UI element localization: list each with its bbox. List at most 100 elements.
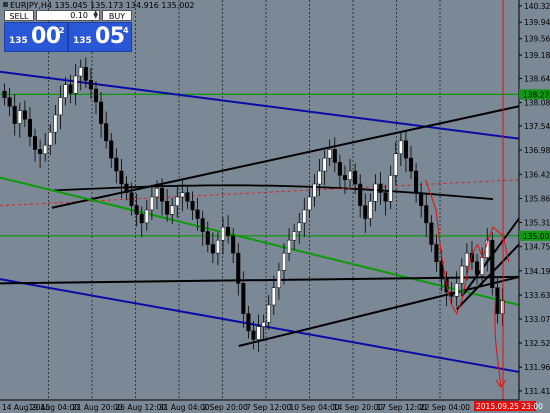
candle-body — [22, 110, 27, 120]
price-tick-label: 131.960 — [524, 363, 550, 372]
ask-price-prefix: 135 — [73, 36, 92, 46]
time-tick-label: 2 Sep 20:00 — [203, 403, 249, 412]
candle-body — [500, 300, 505, 314]
current-time-tag: 2015.09.25 23:00 — [474, 401, 543, 411]
candle-body — [363, 205, 368, 219]
one-click-trading-panel[interactable]: SELL 0.10 ▲ ▼ BUY 135 00 2 135 05 4 — [4, 10, 132, 52]
candle-body — [200, 218, 205, 232]
candle-body — [48, 131, 53, 146]
candle-body — [266, 304, 271, 323]
bid-price-prefix: 135 — [9, 36, 28, 46]
candle-body — [38, 149, 43, 155]
candle-body — [378, 183, 383, 193]
buy-button[interactable]: BUY — [102, 10, 132, 21]
candle-body — [322, 157, 327, 172]
price-tick-label: 135.865 — [524, 194, 550, 203]
candle-body — [144, 209, 149, 224]
bid-price-pips: 00 — [31, 24, 61, 49]
time-ticks: 14 Aug 201519 Aug 04:0021 Aug 20:0026 Au… — [2, 403, 470, 412]
candle-body — [495, 287, 500, 314]
candle-body — [220, 226, 226, 241]
lot-size-value: 0.10 — [70, 11, 88, 20]
price-tick-label: 139.565 — [524, 35, 550, 44]
price-tick-label: 139.945 — [524, 18, 550, 27]
candle-body — [190, 201, 195, 211]
sell-button[interactable]: SELL — [4, 10, 34, 21]
candle-body — [419, 192, 424, 206]
candle-body — [393, 153, 398, 176]
candle-body — [287, 239, 292, 254]
candle-body — [332, 149, 337, 163]
candle-body — [449, 291, 454, 297]
candle-body — [317, 170, 322, 185]
candle-body — [231, 235, 236, 254]
candle-body — [271, 287, 276, 306]
candle-body — [104, 123, 109, 142]
ask-price-button[interactable]: 135 05 4 — [68, 22, 132, 52]
candle-body — [185, 192, 190, 202]
price-tick-label: 134.190 — [524, 267, 550, 276]
candle-body — [337, 162, 342, 176]
time-tick-label: 7 Sep 12:00 — [246, 403, 292, 412]
candle-body — [160, 188, 165, 202]
candle-body — [210, 244, 215, 254]
candle-body — [119, 170, 124, 185]
candle-body — [454, 283, 459, 297]
candle-body — [114, 157, 119, 172]
candle-body — [429, 222, 434, 245]
price-tag-label: 138.276 — [523, 90, 550, 99]
candle-body — [93, 88, 99, 103]
candle-body — [475, 261, 480, 275]
price-chart[interactable]: 140.325 139.945 139.565 139.185 138.645 138.0… — [0, 0, 550, 413]
candle-body — [408, 157, 414, 172]
candle-body — [27, 118, 32, 137]
candle-body — [53, 114, 58, 133]
candle-body — [241, 283, 246, 314]
candle-body — [358, 183, 363, 206]
candle-body — [17, 110, 22, 124]
candle-body — [236, 252, 241, 284]
candle-body — [424, 205, 429, 224]
candle-body — [353, 170, 358, 185]
candle-body — [32, 136, 38, 150]
candle-body — [68, 84, 73, 94]
candle-body — [403, 140, 408, 159]
candle-body — [129, 192, 134, 206]
chart-title: EURJPY,H4 135.045 135.173 134.916 135.00… — [3, 1, 195, 10]
lot-spinner-icon[interactable]: ▲ ▼ — [93, 10, 98, 20]
price-tick-label: 134.750 — [524, 243, 550, 252]
candle-body — [261, 321, 266, 327]
candle-body — [302, 209, 307, 224]
candle-body — [165, 201, 170, 215]
ask-price-fraction: 4 — [123, 26, 129, 35]
candle-body — [99, 101, 104, 124]
candle-body — [342, 175, 347, 180]
candle-body — [215, 239, 220, 254]
price-tick-label: 135.310 — [524, 218, 550, 227]
candle-body — [292, 231, 297, 241]
candle-body — [63, 84, 68, 98]
candle-body — [154, 188, 159, 198]
candle-body — [78, 67, 83, 77]
price-tick-label: 132.520 — [524, 339, 550, 348]
candle-body — [276, 270, 281, 288]
candle-body — [307, 196, 312, 211]
bid-price-button[interactable]: 135 00 2 — [4, 22, 68, 52]
candle-body — [124, 183, 129, 193]
price-axis[interactable] — [519, 0, 550, 413]
candle-body — [134, 205, 139, 215]
price-tick-label: 139.185 — [524, 51, 550, 60]
candle-body — [327, 149, 332, 159]
candle-body — [246, 313, 251, 332]
time-tick-label: 22 Sep 04:00 — [420, 403, 470, 412]
candle-body — [170, 205, 175, 215]
price-tick-label: 138.645 — [524, 74, 550, 83]
symbol-icon — [3, 2, 8, 7]
candle-body — [180, 192, 185, 198]
candle-body — [368, 201, 373, 219]
candle-body — [7, 97, 12, 107]
lot-size-input[interactable]: 0.10 ▲ ▼ — [36, 10, 100, 21]
candle-body — [73, 75, 78, 94]
bid-price-fraction: 2 — [59, 26, 65, 35]
candle-body — [195, 209, 200, 219]
